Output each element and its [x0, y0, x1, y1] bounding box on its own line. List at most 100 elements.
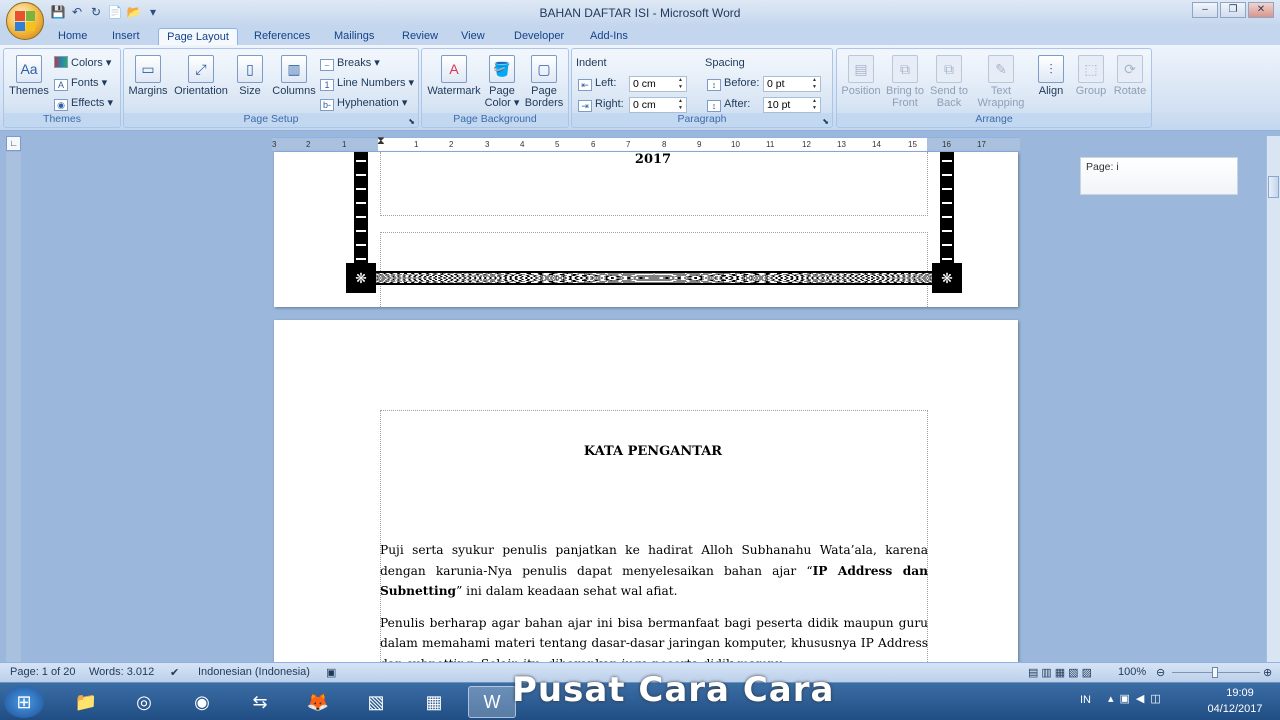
ruler-tick: 10: [731, 140, 740, 149]
comment-balloon[interactable]: Page: i: [1080, 157, 1238, 195]
rotate-button[interactable]: ⟳ Rotate: [1108, 55, 1152, 97]
language[interactable]: Indonesian (Indonesia): [198, 666, 310, 678]
paragraph-launcher-icon[interactable]: ⬊: [822, 117, 829, 126]
orientation-button[interactable]: ⤢ Orientation: [172, 55, 230, 97]
footer-area[interactable]: [380, 232, 928, 307]
margins-button[interactable]: ▭ Margins: [126, 55, 170, 97]
proofing-icon[interactable]: ✔: [170, 666, 179, 679]
themes-group: Aa Themes Colors ▾ A Fonts ▾ ◉ Effects ▾ Th…: [3, 48, 121, 128]
indent-right-field[interactable]: 0 cm: [629, 97, 687, 113]
page-size-icon: ▯: [237, 55, 263, 83]
page-background-group-label: Page Background: [422, 113, 568, 127]
indent-label: Indent: [576, 57, 607, 69]
fonts-button[interactable]: A Fonts ▾: [54, 75, 107, 91]
title-bar: 💾 ↶ ↻ 📄 📂 ▾ BAHAN DAFTAR ISI - Microsoft…: [0, 0, 1280, 26]
start-button[interactable]: ⊞: [4, 686, 44, 718]
text-wrapping-button[interactable]: ✎ Text Wrapping: [973, 55, 1029, 109]
rotate-icon: ⟳: [1117, 55, 1143, 83]
arrange-group: ▤ Position ⧉ Bring to Front ⧉ Send to Back ✎ T…: [836, 48, 1152, 128]
colors-icon: [54, 56, 68, 68]
explorer-icon[interactable]: 📁: [62, 686, 110, 718]
spacing-before-field[interactable]: 0 pt: [763, 76, 821, 92]
ruler-tick: 3: [485, 140, 490, 149]
word-count[interactable]: Words: 3.012: [89, 666, 154, 678]
app-icon[interactable]: ▧: [352, 686, 400, 718]
clock-time[interactable]: 19:09: [1210, 687, 1270, 699]
effects-button[interactable]: ◉ Effects ▾: [54, 95, 113, 111]
scrollbar-thumb[interactable]: [1268, 176, 1279, 198]
tab-mailings[interactable]: Mailings: [328, 28, 380, 46]
paragraph-group: Indent ⇤Left: 0 cm ⇥Right: 0 cm Spacing …: [571, 48, 833, 128]
page-color-button[interactable]: 🪣 Page Color ▾: [480, 55, 524, 109]
size-button[interactable]: ▯ Size: [228, 55, 272, 97]
horizontal-ruler[interactable]: 3 2 1 ⧗ 1 2 3 4 5 6 7 8 9 10 11 12 13 14…: [272, 135, 1020, 152]
align-button[interactable]: ⫶ Align: [1029, 55, 1073, 97]
page-setup-launcher-icon[interactable]: ⬊: [408, 117, 415, 126]
view-buttons-icon[interactable]: ▤▥▦▧▨: [1028, 666, 1095, 679]
columns-button[interactable]: ▥ Columns: [272, 55, 316, 97]
chrome-icon[interactable]: ◎: [120, 686, 168, 718]
tab-selector[interactable]: ∟: [6, 136, 21, 151]
tab-home[interactable]: Home: [52, 28, 93, 46]
document-body[interactable]: Puji serta syukur penulis panjatkan ke h…: [380, 540, 928, 665]
page-count[interactable]: Page: 1 of 20: [10, 666, 75, 678]
text-wrapping-icon: ✎: [988, 55, 1014, 83]
macro-record-icon[interactable]: ▣: [326, 666, 336, 679]
tab-developer[interactable]: Developer: [508, 28, 570, 46]
word-icon[interactable]: W: [468, 686, 516, 718]
clock-date[interactable]: 04/12/2017: [1200, 703, 1270, 715]
ruler-tick: 4: [520, 140, 525, 149]
themes-button[interactable]: Aa Themes: [7, 55, 51, 97]
colors-button[interactable]: Colors ▾: [54, 55, 111, 71]
page-border-bottom: [372, 271, 936, 285]
send-to-back-button[interactable]: ⧉ Send to Back: [927, 55, 971, 109]
ruler-tick: 1: [342, 140, 347, 149]
bring-to-front-button[interactable]: ⧉ Bring to Front: [883, 55, 927, 109]
group-button[interactable]: ⬚ Group: [1069, 55, 1113, 97]
tab-view[interactable]: View: [455, 28, 491, 46]
orientation-icon: ⤢: [188, 55, 214, 83]
breaks-button[interactable]: ⎯ Breaks ▾: [320, 55, 380, 71]
page-borders-button[interactable]: ▢ Page Borders: [522, 55, 566, 109]
teamviewer-icon[interactable]: ⇆: [236, 686, 284, 718]
zoom-in-icon[interactable]: ⊕: [1263, 666, 1272, 679]
powerpoint-icon[interactable]: ▦: [410, 686, 458, 718]
input-language[interactable]: IN: [1080, 694, 1091, 706]
effects-icon: ◉: [54, 99, 68, 111]
zoom-slider-thumb[interactable]: [1212, 667, 1218, 678]
ruler-tick: 7: [626, 140, 631, 149]
tab-add-ins[interactable]: Add-Ins: [584, 28, 634, 46]
minimize-button[interactable]: –: [1192, 2, 1218, 18]
border-corner-icon: ❋: [346, 263, 376, 293]
ruler-tick: 9: [697, 140, 702, 149]
watermark-button[interactable]: A Watermark: [426, 55, 482, 97]
align-icon: ⫶: [1038, 55, 1064, 83]
close-button[interactable]: ✕: [1248, 2, 1274, 18]
tab-insert[interactable]: Insert: [106, 28, 146, 46]
indent-marker-icon[interactable]: ⧗: [377, 135, 385, 148]
office-button[interactable]: [6, 2, 44, 40]
ruler-tick: 15: [908, 140, 917, 149]
indent-left-field[interactable]: 0 cm: [629, 76, 687, 92]
zoom-out-icon[interactable]: ⊖: [1156, 666, 1165, 679]
chromium-icon[interactable]: ◉: [178, 686, 226, 718]
restore-button[interactable]: ❐: [1220, 2, 1246, 18]
tab-page-layout[interactable]: Page Layout: [158, 28, 238, 46]
indent-left-icon: ⇤: [578, 79, 592, 91]
firefox-icon[interactable]: 🦊: [294, 686, 342, 718]
tray-icons-icon[interactable]: ▴▣◀◫: [1108, 692, 1167, 705]
ribbon-tabs: Home Insert Page Layout References Maili…: [0, 26, 1280, 46]
hyphenation-button[interactable]: b- Hyphenation ▾: [320, 95, 407, 111]
page-background-group: A Watermark 🪣 Page Color ▾ ▢ Page Borders Pag…: [421, 48, 569, 128]
line-numbers-button[interactable]: 1 Line Numbers ▾: [320, 75, 414, 91]
group-icon: ⬚: [1078, 55, 1104, 83]
zoom-level[interactable]: 100%: [1118, 666, 1146, 678]
vertical-scrollbar[interactable]: [1266, 136, 1280, 662]
heading-kata-pengantar: KATA PENGANTAR: [583, 444, 723, 459]
vertical-ruler[interactable]: [6, 152, 21, 662]
spacing-after-field[interactable]: 10 pt: [763, 97, 821, 113]
tab-references[interactable]: References: [248, 28, 316, 46]
position-button[interactable]: ▤ Position: [839, 55, 883, 97]
ruler-tick: 1: [414, 140, 419, 149]
tab-review[interactable]: Review: [396, 28, 444, 46]
